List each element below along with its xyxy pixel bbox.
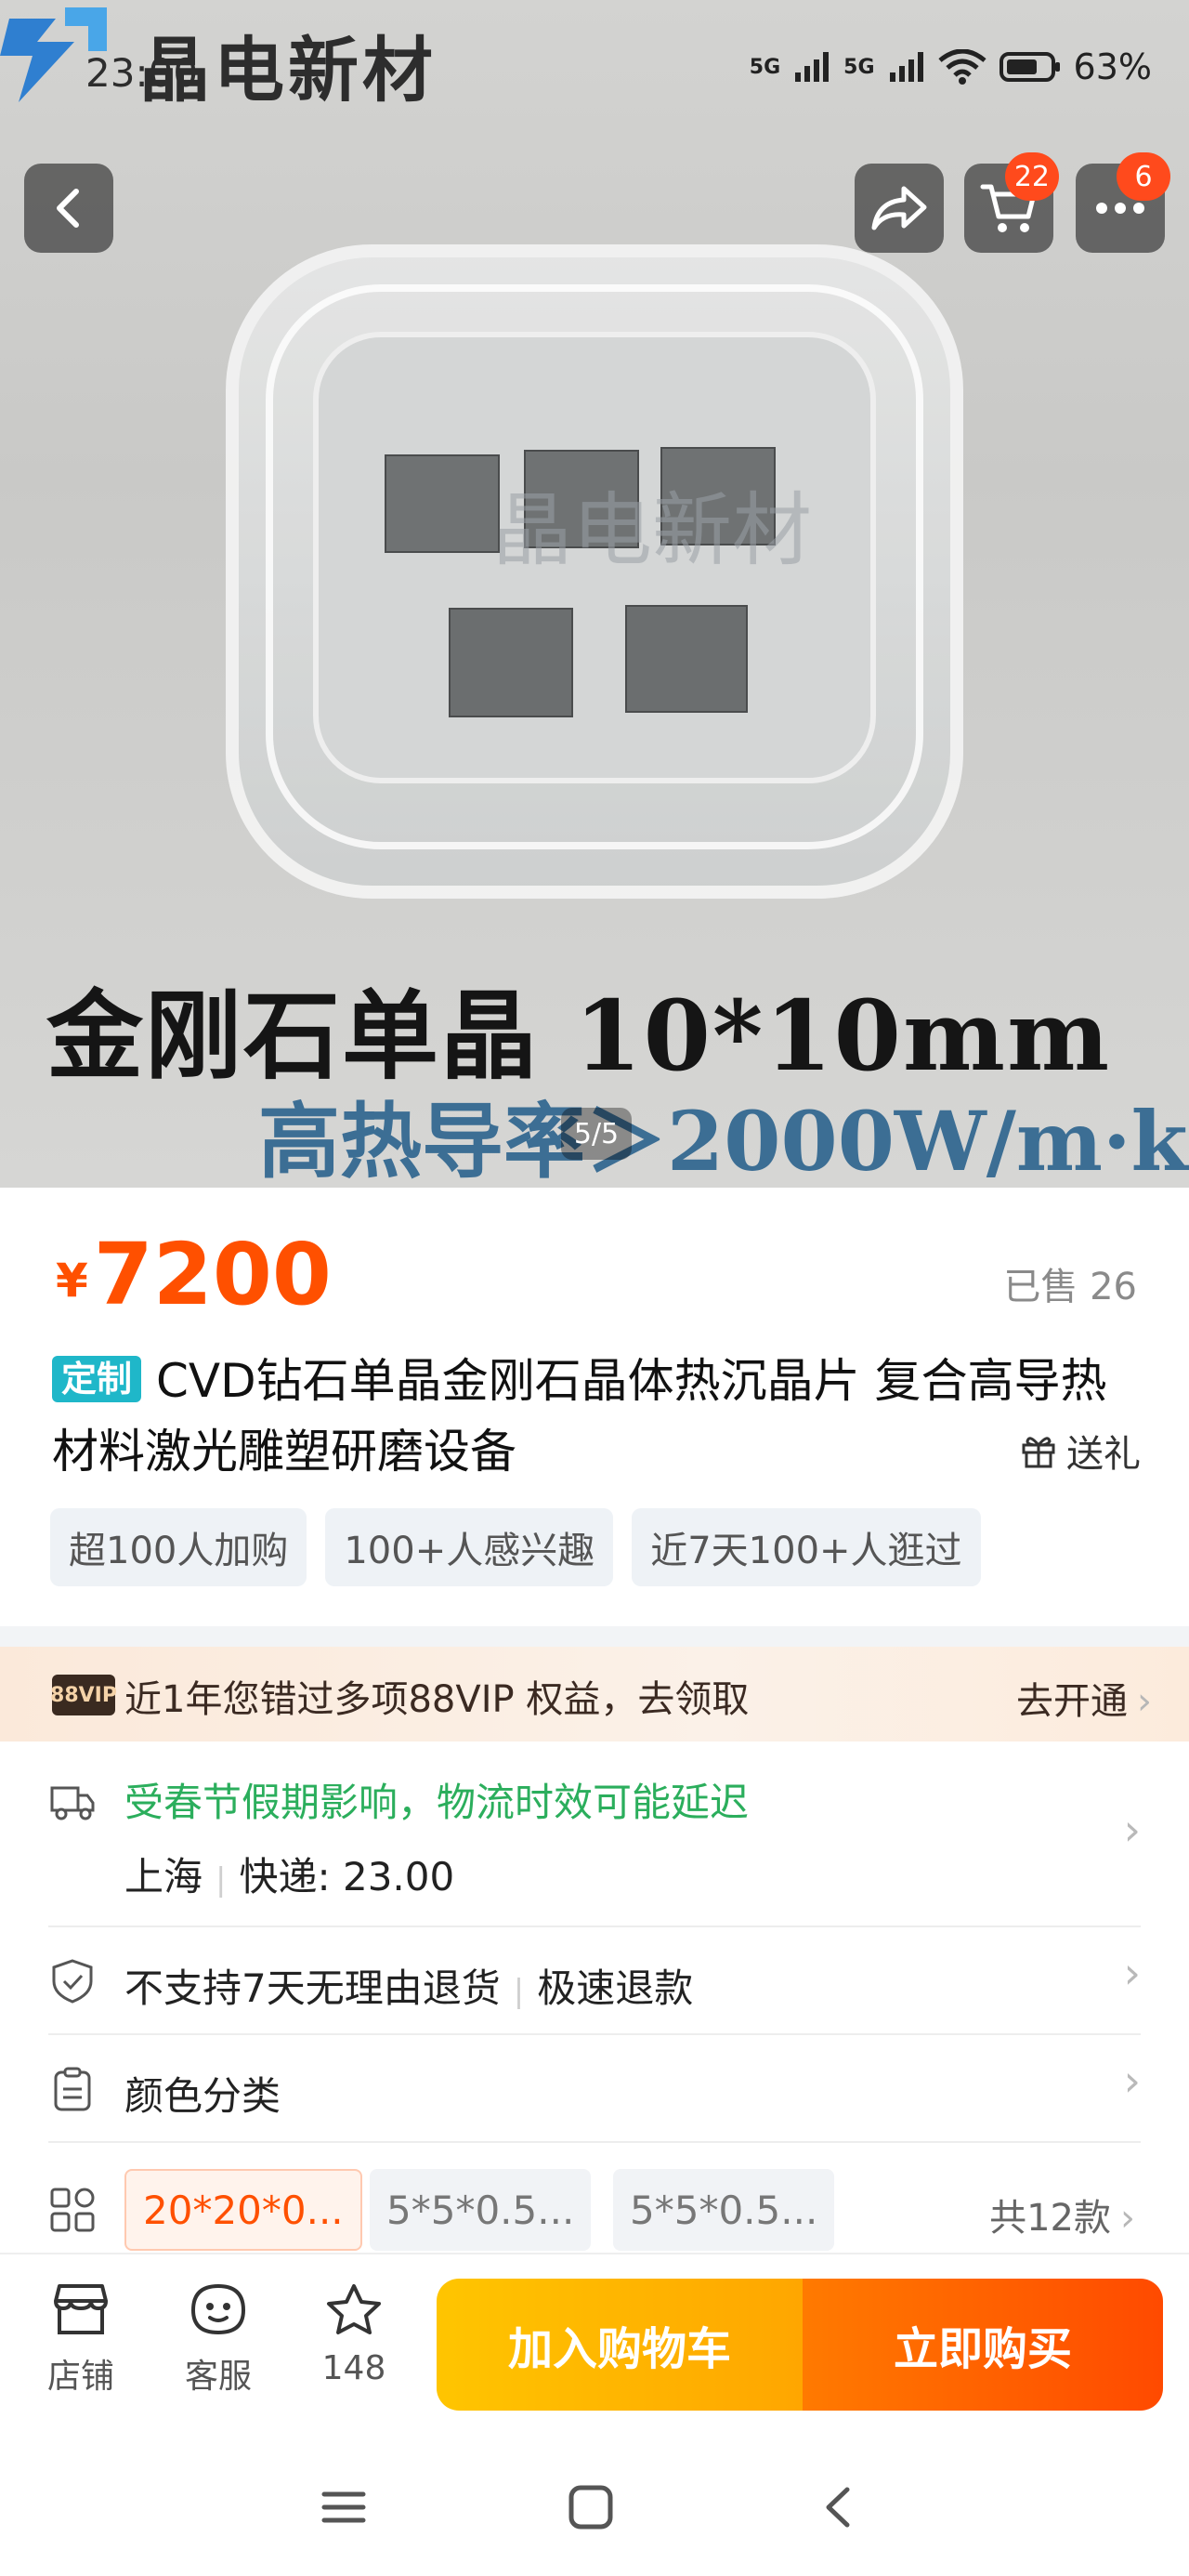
sku-count-link[interactable]: 共12款 ›: [989, 2188, 1135, 2241]
sku-option[interactable]: 20*20*0...: [124, 2169, 362, 2251]
price-currency: ¥: [56, 1254, 88, 1308]
social-proof-tags: 超100人加购 100+人感兴趣 近7天100+人逛过: [50, 1508, 981, 1586]
return-policy-row[interactable]: 不支持7天无理由退货 | 极速退款 ›: [48, 1927, 1141, 2035]
chevron-right-icon: ›: [1123, 1805, 1141, 1855]
shipping-delay-notice: 受春节假期影响，物流时效可能延迟: [124, 1780, 750, 1825]
vip-badge: 88VIP: [50, 1675, 117, 1715]
ship-fee: 快递: 23.00: [239, 1854, 455, 1899]
gift-button[interactable]: 送礼: [1020, 1424, 1141, 1478]
cart-button[interactable]: 22: [964, 152, 1059, 253]
store-icon: [54, 2284, 108, 2334]
signal-icon: [889, 52, 923, 82]
divider: |: [513, 1973, 525, 2010]
battery-percent: 63%: [1073, 46, 1152, 87]
share-button[interactable]: [855, 164, 944, 253]
bottom-action-bar: 店铺 客服 148 加入购物车 立即购买: [0, 2253, 1189, 2438]
sku-option[interactable]: 5*5*0.5...: [613, 2169, 835, 2251]
fast-refund: 极速退款: [537, 1965, 694, 2011]
tag-visited: 近7天100+人逛过: [632, 1508, 981, 1586]
vip-banner[interactable]: 88VIP 近1年您错过多项88VIP 权益，去领取 去开通 ›: [0, 1647, 1189, 1741]
price: ¥7200: [56, 1225, 332, 1324]
chevron-left-icon: [826, 2487, 850, 2528]
vip-action-label: 去开通: [1016, 1680, 1128, 1723]
chevron-right-icon: ›: [1123, 2056, 1141, 2106]
sku-selector-row: 20*20*0... 5*5*0.5... 5*5*0.5... 共12款 ›: [48, 2143, 1141, 2253]
wifi-icon: [937, 49, 986, 85]
chevron-right-icon: ›: [1137, 1680, 1152, 1723]
product-info-card: ¥7200 已售 26 定制 CVD钻石单晶金刚石晶体热沉晶片 复合高导热材料激光…: [0, 1188, 1189, 1634]
ship-origin: 上海: [124, 1854, 203, 1899]
tag-add-cart: 超100人加购: [50, 1508, 307, 1586]
vip-activate-link[interactable]: 去开通 ›: [1016, 1671, 1152, 1725]
gallery-page-indicator: 5/5: [561, 1108, 632, 1160]
color-category-row[interactable]: 颜色分类 ›: [48, 2035, 1141, 2143]
favorite-count: 148: [321, 2349, 386, 2387]
menu-button[interactable]: [307, 2477, 381, 2537]
color-category-label: 颜色分类: [124, 2073, 281, 2119]
store-label: 店铺: [46, 2358, 114, 2396]
product-title-text: CVD钻石单晶金刚石晶体热沉晶片 复合高导热材料激光雕塑研磨设备: [52, 1354, 1107, 1479]
signal-icon: [795, 52, 830, 82]
favorite-button[interactable]: 148: [303, 2282, 405, 2387]
shield-check-icon: [52, 1959, 93, 2004]
back-button[interactable]: [24, 164, 113, 253]
truck-icon: [50, 1786, 95, 1820]
section-divider: [0, 1626, 1189, 1647]
product-image-gallery[interactable]: 晶电新材 金刚石单晶 10*10mm 高热导率＞2000W/m·k 5/5 23…: [0, 0, 1189, 1188]
divider: |: [216, 1861, 227, 1899]
network-label-2: 5G: [843, 55, 875, 79]
vip-text: 近1年您错过多项88VIP 权益，去领取: [124, 1678, 750, 1721]
add-to-cart-button[interactable]: 加入购物车: [437, 2279, 803, 2411]
star-icon: [327, 2284, 381, 2334]
watermark-text: 晶电新材: [492, 484, 812, 577]
buy-now-button[interactable]: 立即购买: [803, 2279, 1163, 2411]
gift-label: 送礼: [1066, 1433, 1141, 1476]
share-icon: [871, 186, 927, 230]
sku-count-label: 共12款: [989, 2197, 1111, 2240]
store-button[interactable]: 店铺: [30, 2282, 132, 2398]
shipping-row[interactable]: 受春节假期影响，物流时效可能延迟 上海 | 快递: 23.00 ›: [48, 1743, 1141, 1927]
chevron-right-icon: ›: [1123, 1948, 1141, 1998]
more-icon: [1096, 203, 1144, 214]
tag-interested: 100+人感兴趣: [325, 1508, 614, 1586]
menu-icon: [321, 2491, 366, 2523]
home-button[interactable]: [554, 2477, 628, 2537]
sku-option[interactable]: 5*5*0.5...: [370, 2169, 592, 2251]
gift-icon: [1022, 1437, 1055, 1468]
customer-service-button[interactable]: 客服: [167, 2282, 269, 2398]
product-title: 定制 CVD钻石单晶金刚石晶体热沉晶片 复合高导热材料激光雕塑研磨设备: [52, 1346, 1139, 1487]
price-amount: 7200: [93, 1225, 332, 1324]
system-back-button[interactable]: [801, 2477, 875, 2537]
more-button[interactable]: 6: [1076, 152, 1170, 253]
chevron-left-icon: [57, 189, 79, 228]
system-navigation-bar: [0, 2438, 1189, 2576]
status-bar: 23:00 晶电新材 5G 5G 63%: [0, 0, 1189, 149]
chevron-right-icon: ›: [1120, 2197, 1135, 2240]
network-label-1: 5G: [749, 55, 781, 79]
return-policy-text: 不支持7天无理由退货 | 极速退款: [124, 1957, 693, 2014]
chat-face-icon: [190, 2283, 246, 2335]
image-caption-spec: 高热导率＞2000W/m·k: [258, 1093, 1188, 1188]
product-photo: 晶电新材: [226, 244, 963, 899]
service-label: 客服: [184, 2358, 252, 2396]
brand-logo-text: 晶电新材: [139, 29, 437, 112]
custom-tag: 定制: [52, 1356, 142, 1402]
cart-count-badge: 22: [1004, 152, 1059, 201]
battery-icon: [999, 52, 1060, 82]
grid-icon: [50, 2188, 95, 2232]
sold-count: 已售 26: [1003, 1266, 1137, 1308]
clipboard-icon: [54, 2067, 91, 2111]
return-policy: 不支持7天无理由退货: [124, 1965, 501, 2011]
message-count-badge: 6: [1117, 152, 1170, 201]
home-square-icon: [568, 2485, 613, 2530]
shipping-info: 上海 | 快递: 23.00: [124, 1846, 454, 1902]
